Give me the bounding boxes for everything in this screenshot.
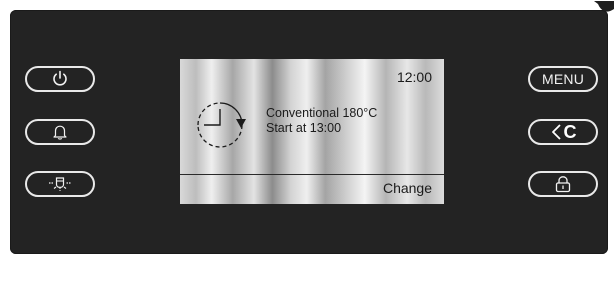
light-button[interactable] — [25, 171, 95, 197]
lock-button[interactable] — [528, 171, 598, 197]
power-icon — [51, 70, 69, 88]
lock-icon — [553, 175, 573, 193]
back-button[interactable]: C — [528, 119, 598, 145]
display-screen: 12:00 Conventional 180°C Start at 13:00 … — [180, 59, 444, 204]
power-button[interactable] — [25, 66, 95, 92]
menu-button[interactable]: MENU — [528, 66, 598, 92]
change-button[interactable]: Change — [383, 180, 432, 196]
alarm-button[interactable] — [25, 119, 95, 145]
program-start-time: Start at 13:00 — [266, 121, 342, 135]
menu-button-label: MENU — [541, 71, 585, 87]
logo-fragment — [560, 0, 614, 12]
clock-time: 12:00 — [396, 69, 432, 85]
program-mode-temperature: Conventional 180°C — [266, 106, 378, 120]
chevron-left-icon — [550, 123, 562, 141]
back-button-label: C — [563, 121, 577, 142]
screen-divider — [180, 174, 444, 175]
bell-icon — [51, 123, 69, 141]
light-bulb-icon — [46, 175, 74, 193]
timer-icon — [194, 99, 246, 151]
program-info: Conventional 180°C Start at 13:00 — [266, 106, 377, 136]
